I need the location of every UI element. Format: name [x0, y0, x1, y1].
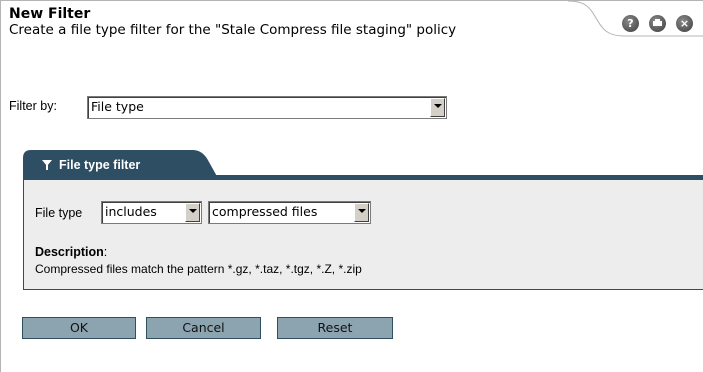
print-icon[interactable]: [649, 15, 666, 32]
cancel-button[interactable]: Cancel: [146, 317, 261, 339]
filter-by-value: File type: [91, 99, 144, 114]
file-type-value-select[interactable]: compressed files: [208, 201, 371, 224]
filter-by-label: Filter by:: [9, 99, 57, 113]
chevron-down-icon[interactable]: [185, 203, 200, 222]
description-colon: :: [103, 245, 108, 259]
filter-by-select[interactable]: File type: [87, 96, 447, 119]
file-type-operator-value: includes: [105, 204, 157, 219]
description-label-text: Description: [35, 245, 104, 259]
dialog-subtitle: Create a file type filter for the "Stale…: [9, 22, 457, 38]
tab-label[interactable]: File type filter: [59, 158, 140, 172]
dialog-title: New Filter: [9, 6, 91, 22]
file-type-value: compressed files: [212, 204, 318, 219]
description-text: Compressed files match the pattern *.gz,…: [35, 262, 362, 276]
reset-button[interactable]: Reset: [277, 317, 393, 339]
close-icon[interactable]: ×: [676, 15, 693, 32]
funnel-icon-stem: [46, 165, 48, 170]
print-glyph: [653, 19, 662, 26]
chevron-down-icon[interactable]: [430, 98, 445, 117]
chevron-down-icon[interactable]: [354, 203, 369, 222]
file-type-label: File type: [35, 206, 83, 220]
file-type-operator-select[interactable]: includes: [101, 201, 202, 224]
help-icon[interactable]: ?: [622, 15, 639, 32]
description-label: Description:: [35, 245, 107, 259]
ok-button[interactable]: OK: [22, 317, 136, 339]
